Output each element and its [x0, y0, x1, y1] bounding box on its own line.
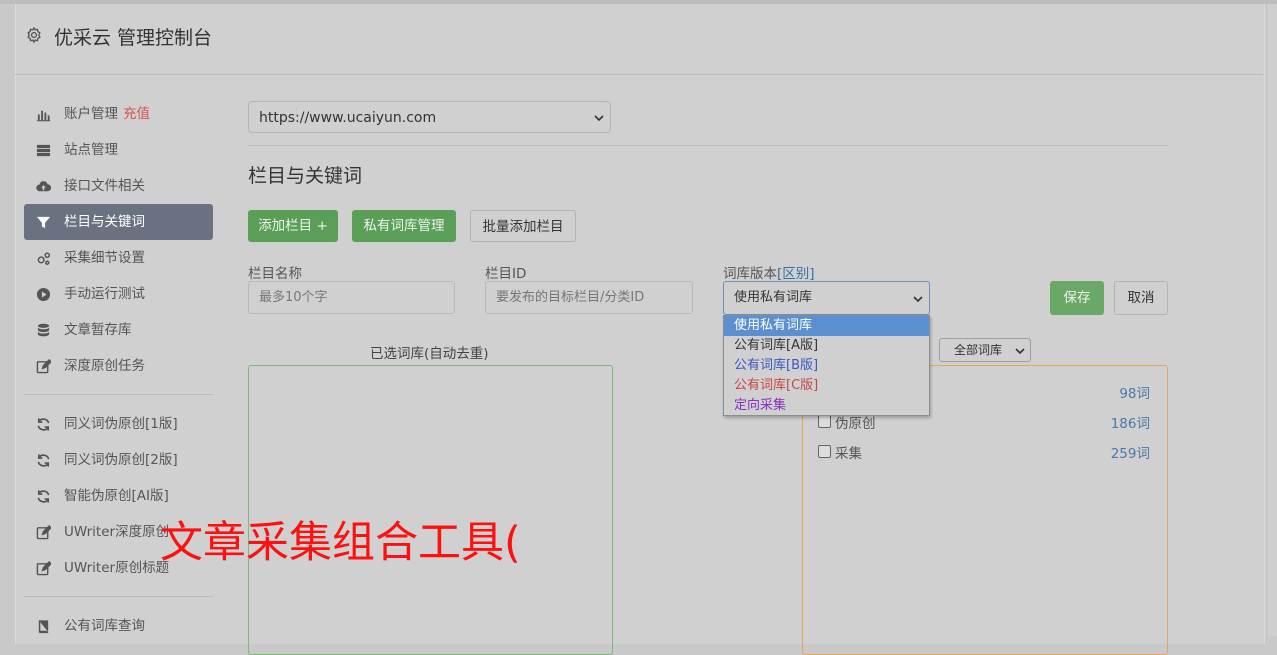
gears-icon	[37, 252, 51, 265]
dropdown-option-public-b[interactable]: 公有词库[B版]	[724, 356, 929, 376]
app-header: 优采云 管理控制台	[15, 4, 1263, 75]
chevron-down-icon	[1015, 348, 1025, 355]
dropdown-option-public-a[interactable]: 公有词库[A版]	[724, 336, 929, 356]
dropdown-option-private[interactable]: 使用私有词库	[724, 316, 929, 336]
chevron-down-icon	[913, 296, 923, 303]
sidebar-item-label: 账户管理	[64, 106, 118, 122]
scrollbar[interactable]	[1268, 4, 1277, 636]
refresh-icon	[37, 454, 50, 467]
lib-filter-select[interactable]: 全部词库	[939, 338, 1031, 362]
sidebar-item-label: 公有词库查询	[64, 618, 145, 634]
private-lib-button[interactable]: 私有词库管理	[352, 210, 456, 242]
sidebar-item-synonym-v2[interactable]: 同义词伪原创[2版]	[24, 442, 213, 478]
sidebar-item-label: 接口文件相关	[64, 178, 145, 194]
site-select[interactable]: https://www.ucaiyun.com	[248, 101, 611, 133]
add-column-button[interactable]: 添加栏目 +	[248, 210, 338, 242]
database-icon	[37, 323, 50, 337]
server-icon	[36, 144, 51, 157]
sidebar-item-label: UWriter原创标题	[64, 560, 170, 576]
sidebar-item-label: 栏目与关键词	[64, 214, 145, 230]
column-id-placeholder: 要发布的目标栏目/分类ID	[496, 290, 645, 305]
library-row[interactable]: 采集 259词	[818, 442, 1150, 462]
sidebar-item-label: 同义词伪原创[2版]	[64, 452, 178, 468]
batch-add-button[interactable]: 批量添加栏目	[470, 210, 576, 242]
sidebar-item-collect-settings[interactable]: 采集细节设置	[24, 240, 213, 276]
cloud-upload-icon	[36, 181, 51, 192]
column-name-input[interactable]: 最多10个字	[248, 281, 455, 314]
lib-version-label: 词库版本[区别]	[723, 262, 815, 282]
chevron-down-icon	[594, 115, 604, 122]
sidebar-item-label: 手动运行测试	[64, 286, 145, 302]
library-name: 采集	[835, 446, 862, 462]
page-title: 优采云 管理控制台	[54, 27, 213, 49]
section-title: 栏目与关键词	[248, 165, 363, 187]
sidebar-item-label: UWriter深度原创	[64, 524, 170, 540]
diff-link[interactable]: [区别]	[777, 266, 815, 282]
bar-chart-icon	[36, 110, 51, 122]
edit-icon	[36, 561, 51, 576]
sidebar-item-label: 文章暂存库	[64, 322, 132, 338]
column-name-label: 栏目名称	[248, 266, 302, 282]
edit-icon	[36, 359, 51, 374]
recharge-link[interactable]: 充值	[123, 106, 150, 122]
sidebar-item-article-storage[interactable]: 文章暂存库	[24, 312, 213, 348]
book-icon	[38, 620, 49, 634]
lib-version-label-text: 词库版本	[723, 266, 777, 282]
divider	[248, 145, 1168, 146]
edit-icon	[36, 525, 51, 540]
sidebar-item-synonym-v1[interactable]: 同义词伪原创[1版]	[24, 406, 213, 442]
dropdown-option-directed[interactable]: 定向采集	[724, 396, 929, 416]
lib-filter-value: 全部词库	[954, 343, 1003, 357]
column-id-input[interactable]: 要发布的目标栏目/分类ID	[485, 281, 693, 314]
sidebar-item-account[interactable]: 账户管理 充值	[24, 96, 213, 132]
sidebar-item-manual-run[interactable]: 手动运行测试	[24, 276, 213, 312]
sidebar-item-public-lib-query[interactable]: 公有词库查询	[24, 608, 213, 644]
site-select-value: https://www.ucaiyun.com	[259, 110, 437, 126]
library-checkbox[interactable]	[818, 415, 831, 428]
sidebar-item-sites[interactable]: 站点管理	[24, 132, 213, 168]
lib-version-value: 使用私有词库	[734, 290, 813, 305]
sidebar-divider	[24, 596, 213, 597]
dropdown-option-public-c[interactable]: 公有词库[C版]	[724, 376, 929, 396]
cancel-button[interactable]: 取消	[1114, 281, 1168, 315]
library-checkbox[interactable]	[818, 445, 831, 458]
filter-icon	[36, 216, 51, 229]
save-button[interactable]: 保存	[1050, 281, 1104, 315]
sidebar-item-label: 采集细节设置	[64, 250, 145, 266]
refresh-icon	[37, 490, 50, 503]
sidebar-item-interface-files[interactable]: 接口文件相关	[24, 168, 213, 204]
sidebar-item-label: 站点管理	[64, 142, 118, 158]
sidebar-item-deep-original[interactable]: 深度原创任务	[24, 348, 213, 384]
column-id-label: 栏目ID	[485, 266, 527, 282]
sidebar-item-label: 深度原创任务	[64, 358, 145, 374]
sidebar-item-label: 智能伪原创[AI版]	[64, 488, 169, 504]
sidebar-item-label: 同义词伪原创[1版]	[64, 416, 178, 432]
play-circle-icon	[36, 287, 51, 302]
lib-version-dropdown: 使用私有词库 公有词库[A版] 公有词库[B版] 公有词库[C版] 定向采集	[723, 315, 930, 416]
refresh-icon	[37, 418, 50, 431]
sidebar-divider	[24, 394, 213, 395]
library-count: 98词	[1119, 386, 1150, 402]
column-name-placeholder: 最多10个字	[259, 290, 328, 305]
overlay-caption: 文章采集组合工具(	[160, 518, 521, 568]
sidebar-item-columns-keywords[interactable]: 栏目与关键词	[24, 204, 213, 240]
selected-libs-header: 已选词库(自动去重)	[370, 346, 489, 362]
library-count: 186词	[1110, 416, 1150, 432]
lib-version-select[interactable]: 使用私有词库	[723, 281, 930, 315]
library-count: 259词	[1110, 446, 1150, 462]
gear-icon	[27, 26, 41, 44]
